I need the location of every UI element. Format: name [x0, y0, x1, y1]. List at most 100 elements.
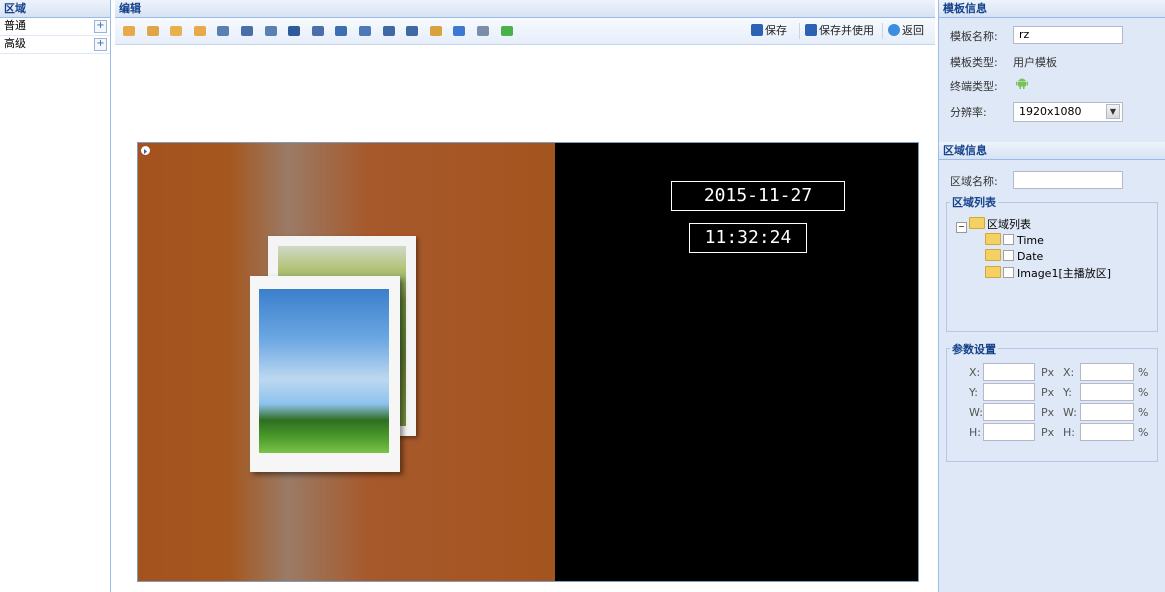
template-type-label: 模板类型:: [950, 56, 998, 69]
zone-handle-icon[interactable]: [141, 146, 150, 155]
delete-icon[interactable]: [476, 24, 490, 38]
param-px-input[interactable]: [983, 363, 1035, 381]
layer-down-glyph: [170, 26, 183, 36]
fit-glyph: [500, 26, 513, 36]
layer-top-glyph: [146, 26, 159, 36]
param-label: H:: [969, 426, 981, 439]
param-pct-input[interactable]: [1080, 383, 1134, 401]
terminal-type-label: 终端类型:: [950, 80, 998, 93]
param-label-pct: Y:: [1063, 386, 1072, 399]
layer-top-icon[interactable]: [146, 24, 160, 38]
align-left-icon[interactable]: [216, 24, 230, 38]
params-title: 参数设置: [950, 341, 998, 357]
photo-frame-front: [250, 276, 400, 472]
same-height-icon[interactable]: [429, 24, 443, 38]
collapse-icon[interactable]: −: [956, 222, 967, 233]
tree-item-time[interactable]: Time: [985, 233, 1044, 247]
floppy-icon: [751, 24, 763, 36]
image-zone[interactable]: [138, 143, 555, 581]
align-center-icon[interactable]: [240, 24, 254, 38]
param-px-input[interactable]: [983, 423, 1035, 441]
region-info-section: 区域名称: 区域列表 − 区域列表 Time Date Image1[主播放区] …: [939, 160, 1165, 592]
param-px-input[interactable]: [983, 383, 1035, 401]
same-height-glyph: [429, 26, 442, 36]
layer-up-glyph: [123, 26, 135, 36]
region-info-header: 区域信息: [939, 142, 1165, 160]
region-item-label: 高级: [4, 37, 26, 50]
param-unit-px: Px: [1041, 406, 1055, 419]
region-list-title: 区域列表: [950, 194, 998, 210]
param-px-input[interactable]: [983, 403, 1035, 421]
checkbox[interactable]: [1003, 267, 1014, 278]
resolution-select[interactable]: 1920x1080 ▼: [1013, 102, 1123, 122]
align-top-icon[interactable]: [287, 24, 301, 38]
region-panel: 区域 普通 + 高级 +: [0, 0, 111, 592]
back-button[interactable]: 返回: [888, 23, 924, 39]
param-unit-px: Px: [1041, 386, 1055, 399]
tree-root[interactable]: − 区域列表: [956, 216, 1031, 233]
align-right-icon[interactable]: [264, 24, 278, 38]
delete-glyph: [477, 26, 489, 36]
resolution-label: 分辨率:: [950, 106, 987, 119]
same-width-icon[interactable]: [405, 24, 419, 38]
fullscreen-glyph: [453, 26, 466, 36]
align-bottom-glyph: [335, 26, 348, 36]
clock-zone[interactable]: 2015-11-27 11:32:24: [555, 143, 918, 581]
align-middle-icon[interactable]: [311, 24, 325, 38]
param-pct-input[interactable]: [1080, 363, 1134, 381]
align-top-glyph: [288, 26, 301, 36]
param-unit-px: Px: [1041, 426, 1055, 439]
layer-up-icon[interactable]: [122, 24, 136, 38]
param-unit-pct: %: [1138, 426, 1149, 439]
checkbox[interactable]: [1003, 250, 1014, 261]
param-unit-pct: %: [1138, 386, 1149, 399]
region-item-advanced[interactable]: 高级 +: [0, 36, 110, 54]
param-unit-pct: %: [1138, 406, 1149, 419]
editor-panel: 编辑 保存 保存并使用 返回 2015-11-27 11:32:24: [115, 0, 935, 592]
template-name-input[interactable]: rz: [1013, 26, 1123, 44]
folder-icon: [985, 266, 1001, 278]
floppy-icon: [805, 24, 817, 36]
checkbox[interactable]: [1003, 234, 1014, 245]
tree-item-date[interactable]: Date: [985, 249, 1043, 263]
layer-down-icon[interactable]: [169, 24, 183, 38]
fullscreen-icon[interactable]: [452, 24, 466, 38]
param-pct-input[interactable]: [1080, 403, 1134, 421]
align-left-glyph: [217, 26, 230, 36]
layer-bottom-glyph: [193, 26, 206, 36]
param-label-pct: W:: [1063, 406, 1077, 419]
folder-icon: [985, 249, 1001, 261]
folder-icon: [969, 217, 985, 229]
param-unit-pct: %: [1138, 366, 1149, 379]
param-label: W:: [969, 406, 983, 419]
chevron-down-icon[interactable]: ▼: [1106, 104, 1120, 119]
save-and-use-button[interactable]: 保存并使用: [805, 23, 874, 39]
region-item-label: 普通: [4, 19, 26, 32]
region-name-input[interactable]: [1013, 171, 1123, 189]
region-item-normal[interactable]: 普通 +: [0, 18, 110, 36]
time-widget[interactable]: 11:32:24: [689, 223, 807, 253]
template-canvas[interactable]: 2015-11-27 11:32:24: [137, 142, 919, 582]
distribute-v-icon[interactable]: [382, 24, 396, 38]
save-button[interactable]: 保存: [751, 23, 787, 39]
folder-icon: [985, 233, 1001, 245]
android-icon: [1016, 76, 1028, 92]
layer-bottom-icon[interactable]: [193, 24, 207, 38]
editor-header: 编辑: [115, 0, 935, 18]
region-name-label: 区域名称:: [950, 175, 998, 188]
tree-item-image1[interactable]: Image1[主播放区]: [985, 265, 1111, 281]
template-name-label: 模板名称:: [950, 30, 998, 43]
fit-icon[interactable]: [500, 24, 514, 38]
param-unit-px: Px: [1041, 366, 1055, 379]
template-info-header: 模板信息: [939, 0, 1165, 18]
expand-icon[interactable]: +: [94, 38, 107, 51]
param-pct-input[interactable]: [1080, 423, 1134, 441]
align-middle-glyph: [311, 26, 324, 36]
distribute-h-icon[interactable]: [358, 24, 372, 38]
expand-icon[interactable]: +: [94, 20, 107, 33]
align-center-glyph: [241, 26, 253, 36]
align-bottom-icon[interactable]: [334, 24, 348, 38]
param-label-pct: H:: [1063, 426, 1075, 439]
template-type-value: 用户模板: [1013, 56, 1057, 69]
date-widget[interactable]: 2015-11-27: [671, 181, 845, 211]
